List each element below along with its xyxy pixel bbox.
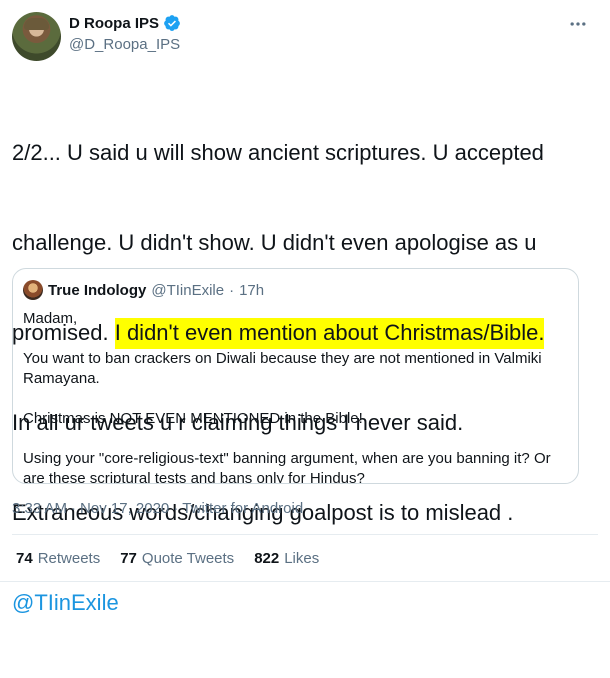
quote-tweets-stat[interactable]: 77 Quote Tweets	[120, 550, 234, 567]
author-name-row: D Roopa IPS	[69, 14, 181, 32]
author-display-name[interactable]: D Roopa IPS	[69, 15, 159, 32]
separator-dot: ·	[229, 281, 235, 299]
likes-label: Likes	[284, 550, 320, 567]
separator-dot: ·	[71, 500, 77, 517]
quoted-paragraph: Madam,	[23, 310, 78, 327]
author-avatar[interactable]	[12, 12, 61, 61]
quoted-paragraph: Using your "core-religious-text" banning…	[23, 450, 551, 484]
tweet-card: D Roopa IPS @D_Roopa_IPS 2/2... U said u…	[0, 0, 610, 615]
author-handle[interactable]: @D_Roopa_IPS	[69, 36, 180, 53]
retweets-count: 74	[16, 550, 33, 567]
quoted-tweet[interactable]: True Indology @TIinExile · 17h Madam, Yo…	[12, 268, 579, 484]
quoted-author-name: True Indology	[48, 281, 147, 299]
retweets-stat[interactable]: 74 Retweets	[16, 550, 100, 567]
more-horizontal-icon[interactable]	[566, 14, 590, 34]
mention-link[interactable]: @TIinExile	[12, 588, 592, 618]
quote-tweets-count: 77	[120, 550, 137, 567]
quoted-author-handle: @TIinExile	[151, 281, 225, 299]
likes-count: 822	[254, 550, 280, 567]
tweet-text-line: 2/2... U said u will show ancient script…	[12, 140, 544, 165]
verified-badge-icon	[163, 14, 181, 32]
tweet-text-line: challenge. U didn't show. U didn't even …	[12, 230, 537, 255]
quoted-tweet-body: Madam, You want to ban crackers on Diwal…	[23, 309, 568, 484]
tweet-meta: 3:33 AM · Nov 17, 2020 · Twitter for And…	[12, 500, 303, 517]
retweets-label: Retweets	[37, 550, 101, 567]
tweet-time[interactable]: 3:33 AM	[12, 500, 67, 517]
likes-stat[interactable]: 822 Likes	[254, 550, 319, 567]
tweet-date[interactable]: Nov 17, 2020	[80, 500, 169, 517]
quoted-paragraph: Christmas is NOT EVEN MENTIONED in the B…	[23, 410, 363, 427]
quoted-author-avatar	[23, 280, 43, 300]
quoted-tweet-time: 17h	[239, 281, 265, 299]
engagement-stats: 74 Retweets 77 Quote Tweets 822 Likes	[16, 550, 319, 567]
tweet-source[interactable]: Twitter for Android	[182, 500, 303, 517]
quote-tweets-label: Quote Tweets	[141, 550, 235, 567]
quoted-tweet-header: True Indology @TIinExile · 17h	[23, 280, 264, 300]
divider	[12, 534, 598, 535]
separator-dot: ·	[173, 500, 179, 517]
quoted-paragraph: You want to ban crackers on Diwali becau…	[23, 350, 542, 387]
